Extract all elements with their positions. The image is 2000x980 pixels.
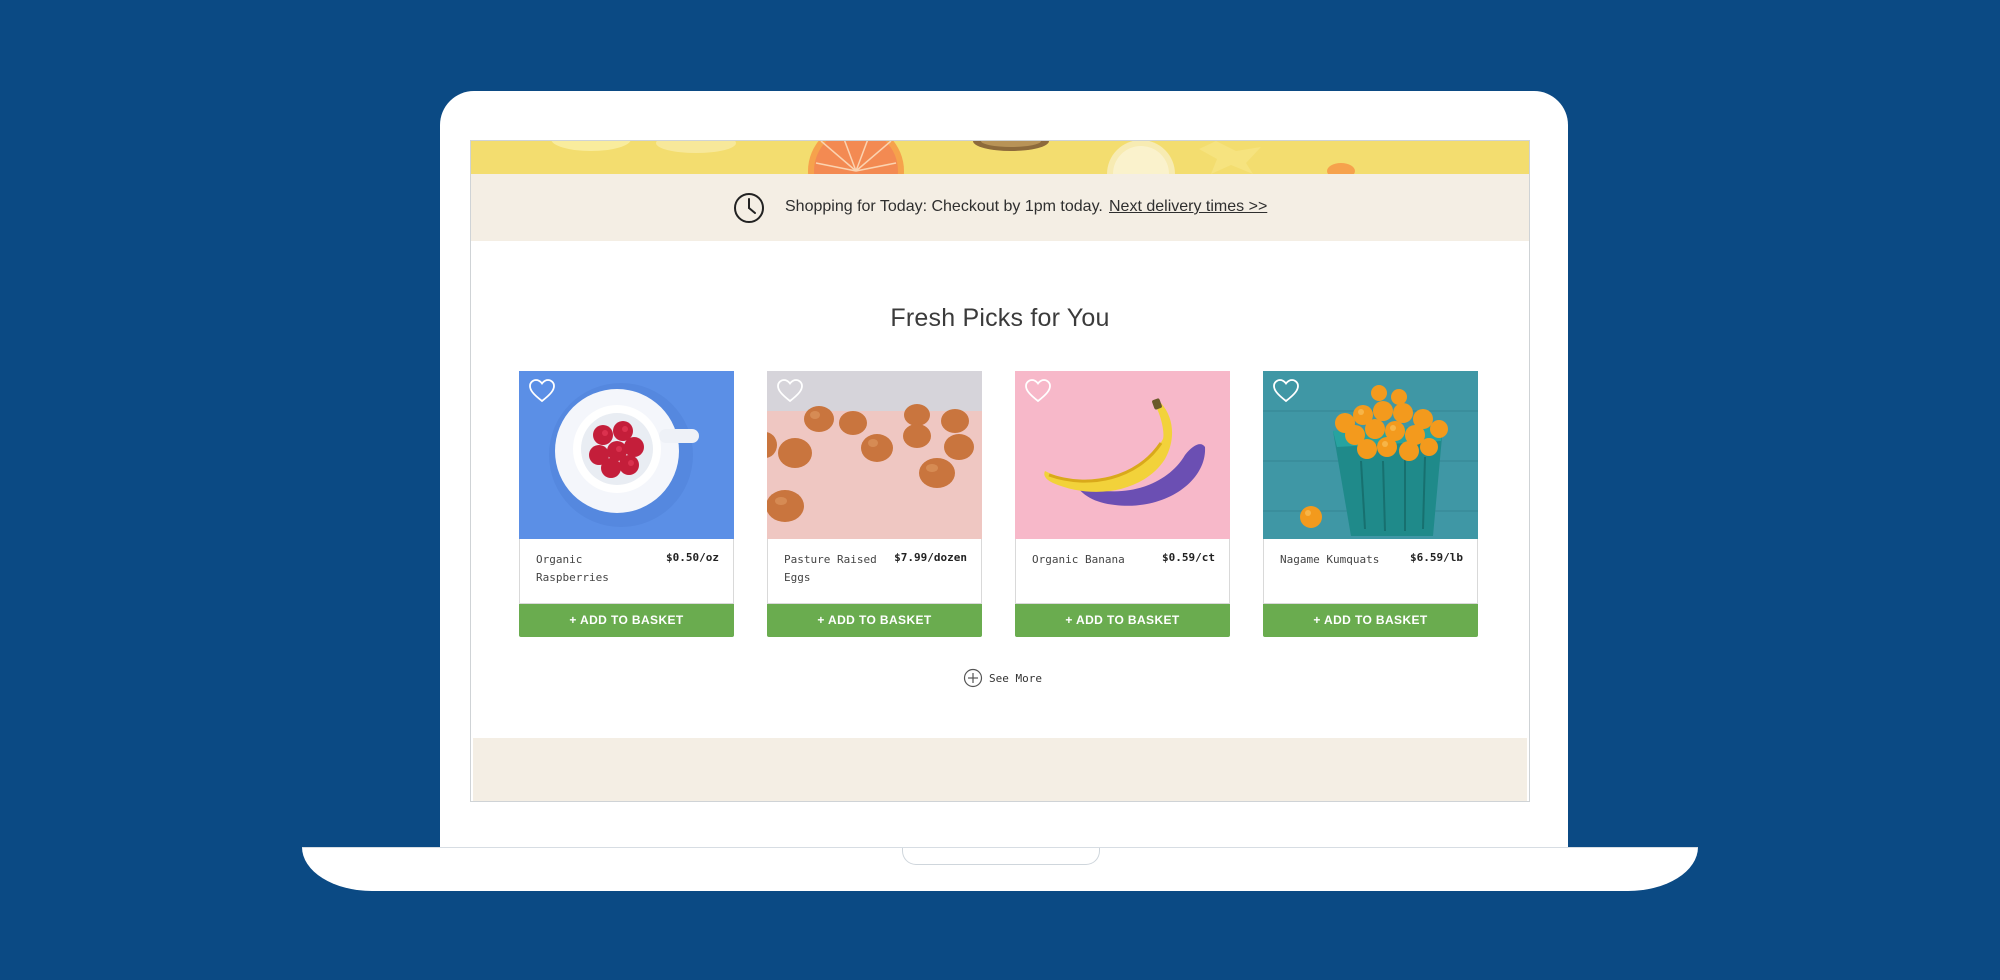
product-name: Organic Raspberries xyxy=(536,553,609,584)
add-to-basket-button[interactable]: + ADD TO BASKET xyxy=(519,604,734,637)
product-price: $7.99/dozen xyxy=(894,551,967,564)
checkout-cutoff-text: Shopping for Today: Checkout by 1pm toda… xyxy=(785,198,1103,215)
product-info: Nagame Kumquats $6.59/lb xyxy=(1263,539,1478,604)
product-info: Organic Raspberries $0.50/oz xyxy=(519,539,734,604)
product-image xyxy=(1015,371,1230,539)
product-name: Nagame Kumquats xyxy=(1280,553,1380,566)
product-image xyxy=(1263,371,1478,539)
product-card: Nagame Kumquats $6.59/lb + ADD TO BASKET xyxy=(1263,371,1478,637)
delivery-promo-bar: Shopping for Today: Checkout by 1pm toda… xyxy=(471,174,1529,241)
heart-icon[interactable] xyxy=(777,379,803,403)
plus-circle-icon xyxy=(963,668,983,688)
hero-banner xyxy=(471,141,1529,174)
product-price: $6.59/lb xyxy=(1410,551,1463,564)
clock-icon xyxy=(734,193,764,223)
add-to-basket-button[interactable]: + ADD TO BASKET xyxy=(1263,604,1478,637)
product-name: Pasture Raised Eggs xyxy=(784,553,877,584)
product-info: Pasture Raised Eggs $7.99/dozen xyxy=(767,539,982,604)
product-price: $0.59/ct xyxy=(1162,551,1215,564)
see-more-label: See More xyxy=(989,672,1042,685)
product-image xyxy=(519,371,734,539)
heart-icon[interactable] xyxy=(529,379,555,403)
add-to-basket-button[interactable]: + ADD TO BASKET xyxy=(1015,604,1230,637)
section-title: Fresh Picks for You xyxy=(890,304,1110,332)
footer-band xyxy=(473,738,1527,801)
laptop-notch xyxy=(902,848,1100,865)
product-info: Organic Banana $0.59/ct xyxy=(1015,539,1230,604)
heart-icon[interactable] xyxy=(1273,379,1299,403)
heart-icon[interactable] xyxy=(1025,379,1051,403)
product-image xyxy=(767,371,982,539)
product-name: Organic Banana xyxy=(1032,553,1125,566)
add-to-basket-button[interactable]: + ADD TO BASKET xyxy=(767,604,982,637)
product-card: Pasture Raised Eggs $7.99/dozen + ADD TO… xyxy=(767,371,982,637)
product-card: Organic Banana $0.59/ct + ADD TO BASKET xyxy=(1015,371,1230,637)
citrus-hero-image xyxy=(471,141,1529,174)
next-delivery-times-link[interactable]: Next delivery times >> xyxy=(1109,198,1267,216)
product-card: Organic Raspberries $0.50/oz + ADD TO BA… xyxy=(519,371,734,637)
browser-screen: Shopping for Today: Checkout by 1pm toda… xyxy=(470,140,1530,802)
product-price: $0.50/oz xyxy=(666,551,719,564)
